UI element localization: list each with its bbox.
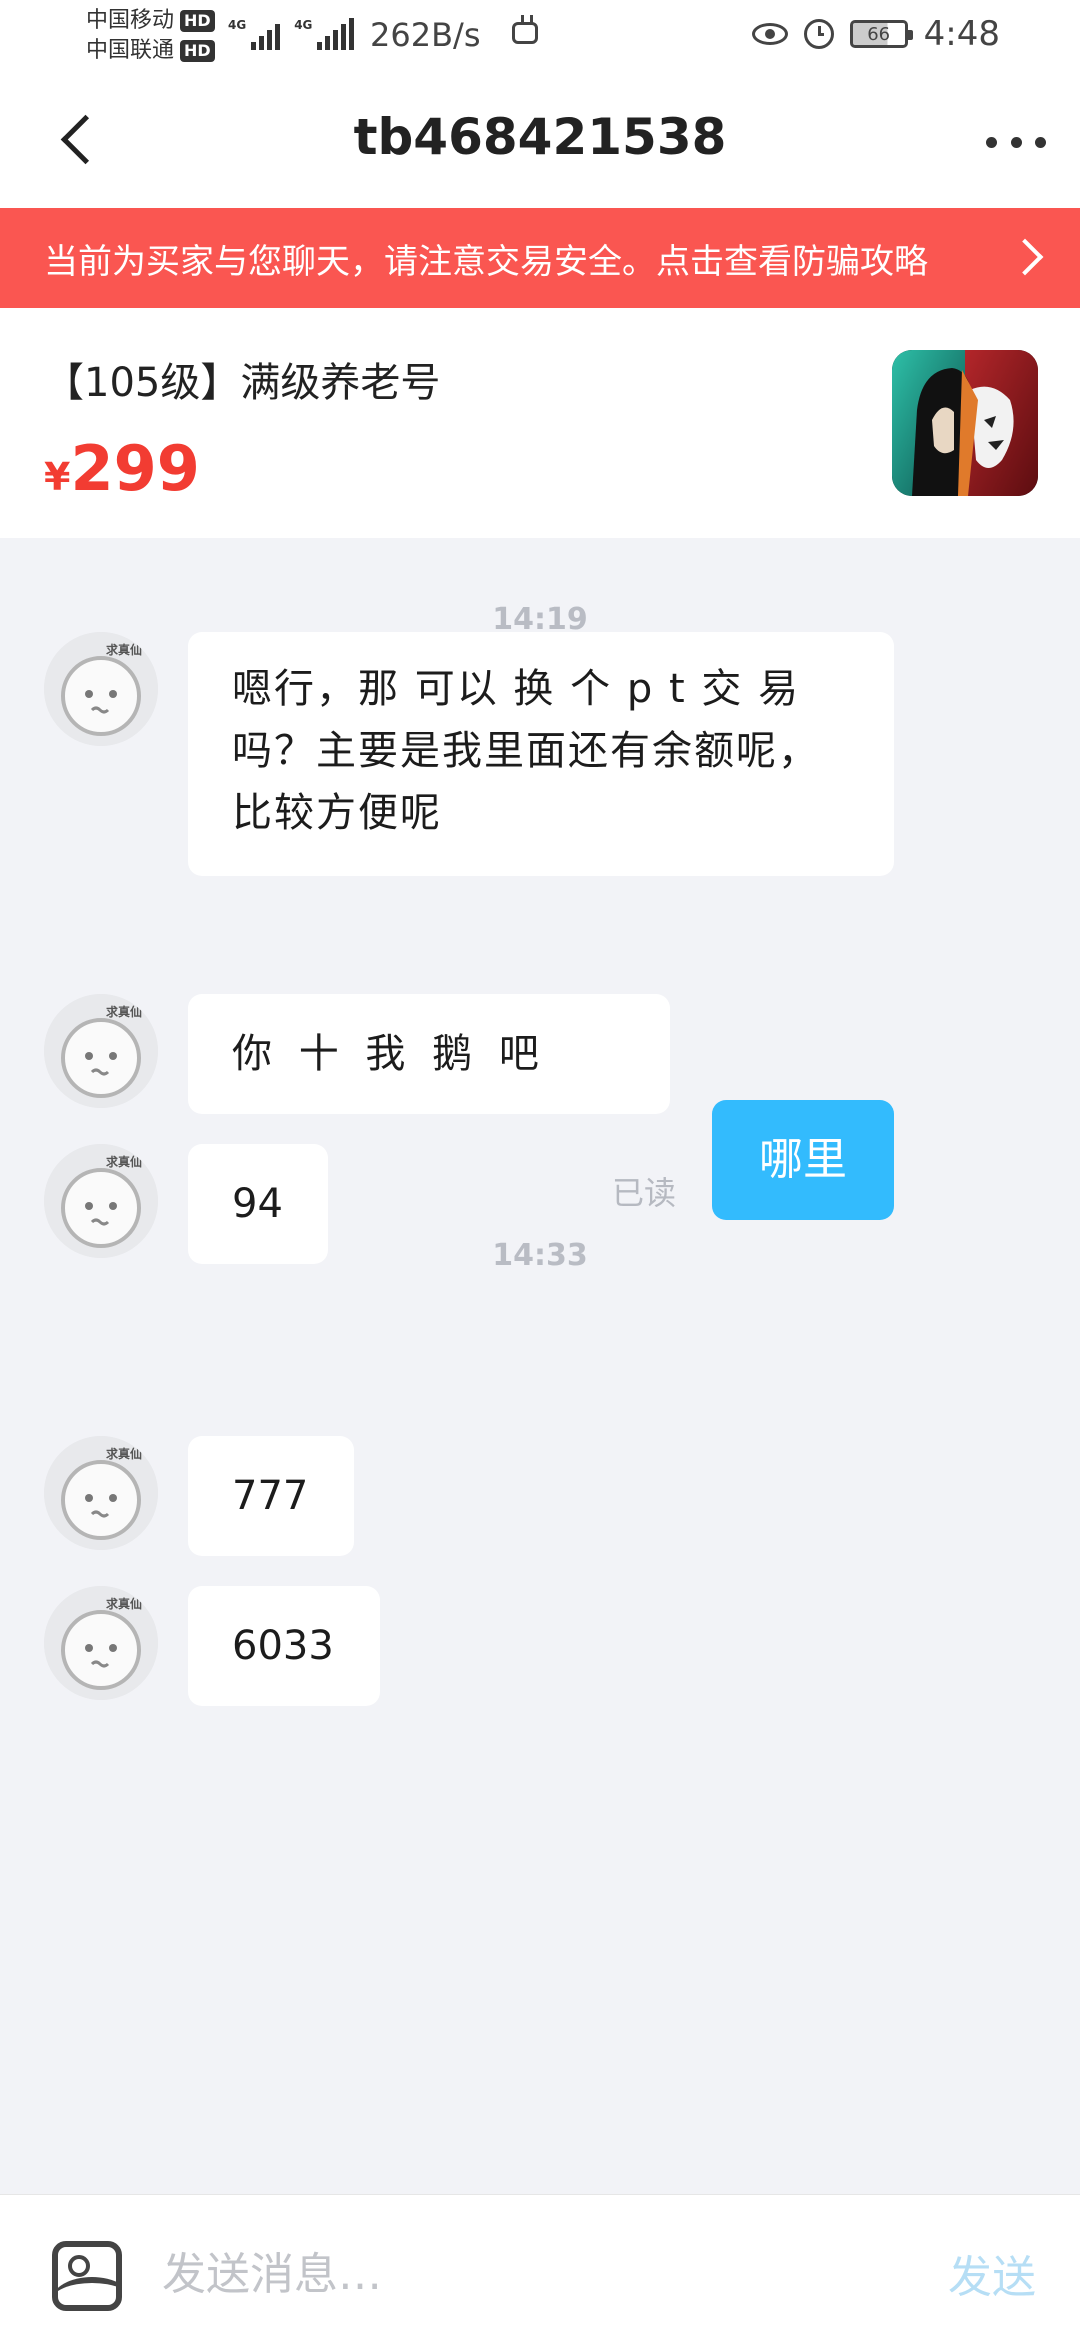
avatar-icon: 求真仙 bbox=[44, 994, 158, 1108]
price-amount: 299 bbox=[70, 432, 200, 505]
hd-badge: HD bbox=[180, 10, 215, 32]
chat-title: tb468421538 bbox=[353, 108, 727, 166]
svg-text:求真仙: 求真仙 bbox=[106, 642, 142, 657]
chevron-right-icon bbox=[1006, 238, 1044, 276]
signal-strength-icon: 4G bbox=[228, 18, 281, 50]
battery-icon: 66 bbox=[849, 20, 913, 48]
avatar[interactable]: 求真仙 bbox=[44, 632, 158, 746]
incoming-message[interactable]: 你 十 我 鹅 吧 bbox=[188, 994, 670, 1114]
avatar-icon: 求真仙 bbox=[44, 1586, 158, 1700]
dot-icon bbox=[1035, 136, 1046, 148]
currency-symbol: ¥ bbox=[44, 455, 71, 499]
avatar-icon: 求真仙 bbox=[44, 632, 158, 746]
signal-icons: 4G 4G bbox=[228, 18, 355, 50]
avatar[interactable]: 求真仙 bbox=[44, 1586, 158, 1700]
carrier-1-label: 中国移动 bbox=[86, 8, 175, 33]
svg-text:求真仙: 求真仙 bbox=[106, 1596, 142, 1611]
svg-text:求真仙: 求真仙 bbox=[106, 1446, 142, 1461]
chat-header: tb468421538 bbox=[0, 72, 1080, 208]
message-input[interactable] bbox=[160, 2233, 904, 2315]
message-input-bar: 发送 bbox=[0, 2194, 1080, 2341]
alarm-icon bbox=[803, 19, 834, 49]
message-list[interactable]: 14:19 已读 行 求真仙 嗯行，那 可以 换 个 p t 交 易吗？主要是我… bbox=[0, 538, 1080, 2194]
product-card[interactable]: 【105级】满级养老号 ¥299 bbox=[0, 308, 1080, 538]
avatar[interactable]: 求真仙 bbox=[44, 1436, 158, 1550]
clock: 4:48 bbox=[923, 14, 1000, 54]
avatar[interactable]: 求真仙 bbox=[44, 994, 158, 1108]
signal-strength-icon: 4G bbox=[294, 18, 355, 50]
avatar-icon: 求真仙 bbox=[44, 1436, 158, 1550]
incoming-message[interactable]: 嗯行，那 可以 换 个 p t 交 易吗？主要是我里面还有余额呢，比较方便呢 bbox=[188, 632, 894, 876]
product-price: ¥299 bbox=[44, 432, 200, 505]
safety-banner[interactable]: 当前为买家与您聊天，请注意交易安全。点击查看防骗攻略 bbox=[0, 208, 1080, 308]
svg-text:求真仙: 求真仙 bbox=[106, 1154, 142, 1169]
safety-banner-text: 当前为买家与您聊天，请注意交易安全。点击查看防骗攻略 bbox=[44, 241, 928, 282]
status-bar: 中国移动 HD 中国联通 HD 4G 4G 262B/s 66 4:48 bbox=[0, 0, 1080, 72]
outgoing-message[interactable]: 哪里 bbox=[712, 1100, 894, 1220]
image-picker-icon[interactable] bbox=[52, 2241, 122, 2311]
tv-icon bbox=[512, 22, 538, 44]
carrier-2-label: 中国联通 bbox=[86, 38, 175, 63]
read-receipt: 已读 bbox=[612, 1174, 677, 1212]
product-title: 【105级】满级养老号 bbox=[44, 360, 441, 406]
status-right: 66 4:48 bbox=[751, 14, 1000, 54]
eye-icon bbox=[751, 23, 788, 45]
send-button[interactable]: 发送 bbox=[948, 2241, 1036, 2305]
incoming-message[interactable]: 6033 bbox=[188, 1586, 380, 1706]
product-thumbnail[interactable] bbox=[892, 350, 1038, 496]
more-options-button[interactable] bbox=[986, 122, 1046, 162]
timestamp: 14:33 bbox=[492, 1238, 588, 1273]
battery-level: 66 bbox=[867, 23, 891, 45]
network-speed: 262B/s bbox=[370, 16, 481, 54]
carrier-info: 中国移动 HD 中国联通 HD bbox=[86, 6, 215, 66]
dot-icon bbox=[986, 136, 997, 148]
hd-badge: HD bbox=[180, 40, 215, 62]
dot-icon bbox=[1010, 136, 1022, 148]
incoming-message[interactable]: 777 bbox=[188, 1436, 354, 1556]
svg-text:求真仙: 求真仙 bbox=[106, 1004, 142, 1019]
